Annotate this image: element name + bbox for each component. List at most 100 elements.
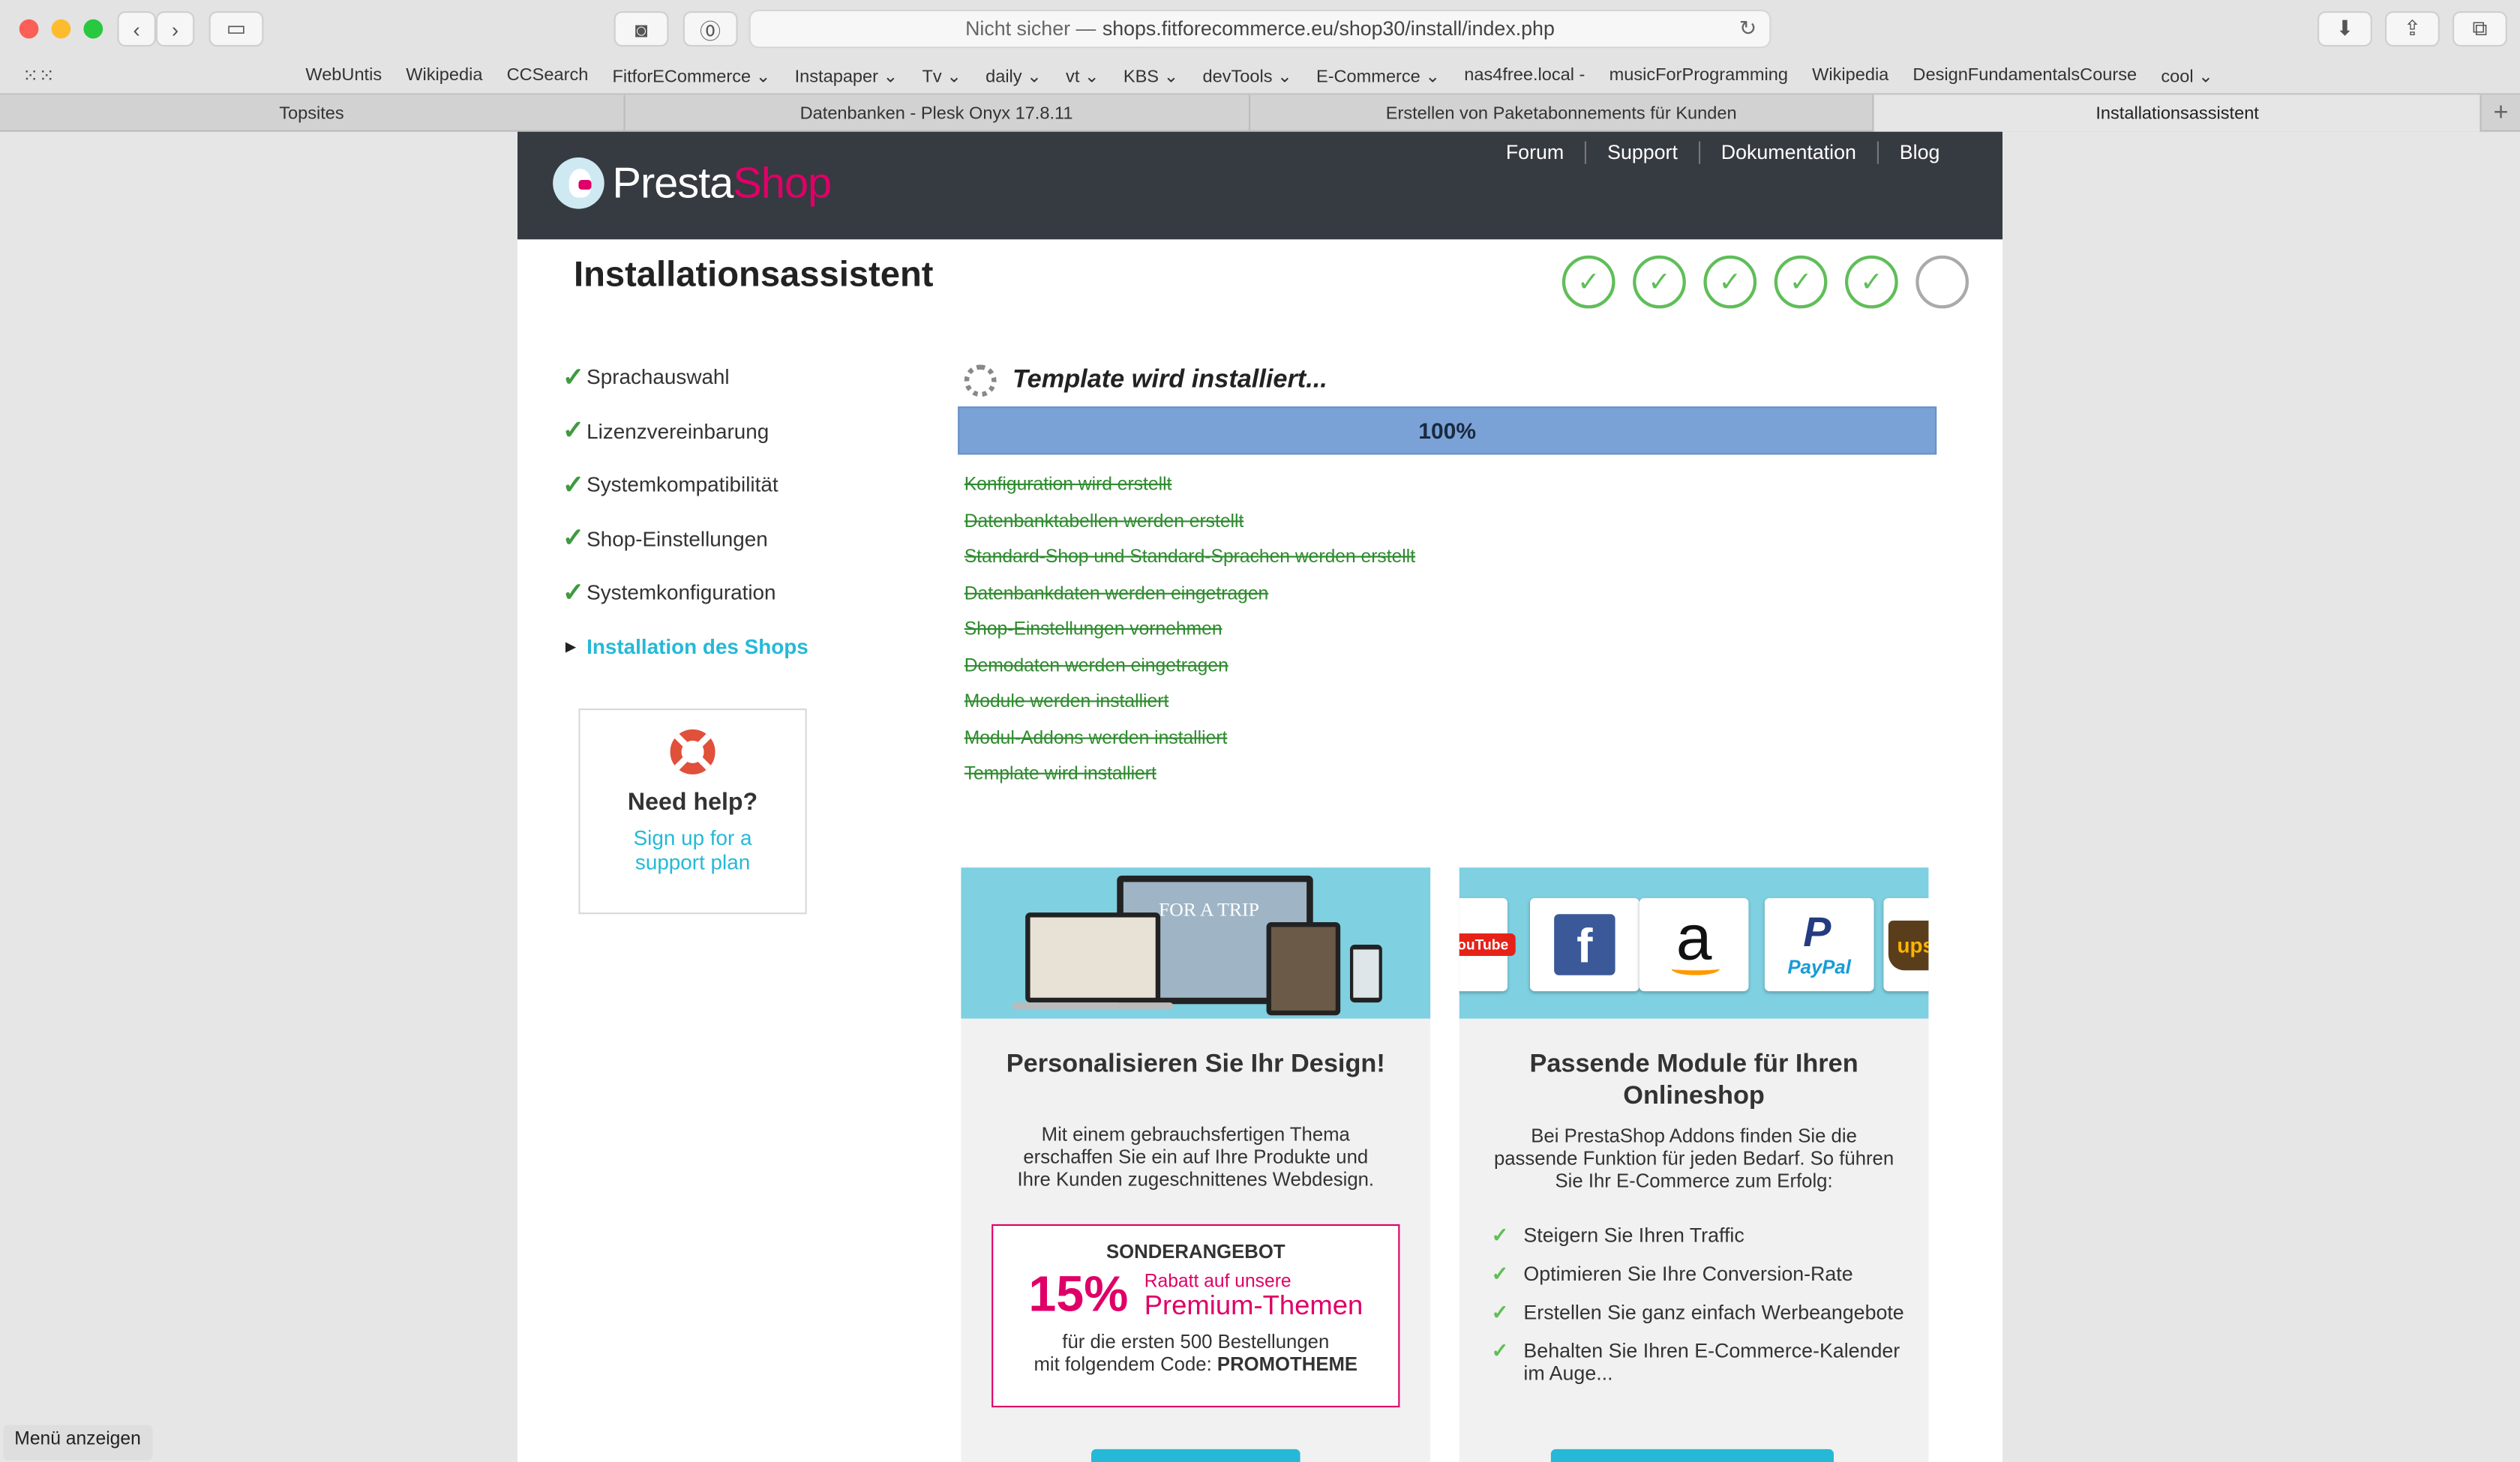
paypal-p-icon: P	[1803, 907, 1832, 956]
progress-heading: Template wird installiert...	[964, 364, 1328, 397]
tab-installationsassistent[interactable]: Installationsassistent	[1874, 94, 2482, 132]
reload-icon[interactable]: ↻	[1739, 16, 1756, 41]
bookmark-item[interactable]: Tv ⌄	[922, 65, 962, 86]
checkmark-icon: ✓	[562, 580, 584, 607]
modules-cta-button[interactable]	[1550, 1449, 1834, 1462]
page-title: Installationsassistent	[574, 253, 934, 295]
checkmark-icon: ✓	[1491, 1263, 1509, 1286]
new-tab-button[interactable]: +	[2482, 94, 2520, 131]
design-card: FOR A TRIP Personalisieren Sie Ihr Desig…	[961, 867, 1431, 1462]
sidebar-item-sprachauswahl: ✓ Sprachauswahl	[562, 350, 808, 404]
apps-grid-icon[interactable]: ⁙⁙	[22, 64, 55, 87]
plus-icon: +	[2493, 98, 2509, 127]
feature-item: ✓ Behalten Sie Ihren E-Commerce-Kalender …	[1491, 1340, 1900, 1386]
sidebar-item-lizenz: ✓ Lizenzvereinbarung	[562, 404, 808, 458]
bookmark-item[interactable]: WebUntis	[305, 66, 382, 85]
brands-banner-image: YouTube f a PayPalP ups	[1459, 867, 1929, 1019]
sidebar-icon: ▭	[226, 16, 247, 40]
log-item: Datenbanktabellen werden erstellt	[964, 511, 1244, 532]
checkmark-icon: ✓	[1491, 1301, 1509, 1324]
step-sidebar: ✓ Sprachauswahl ✓ Lizenzvereinbarung ✓ Syst…	[562, 350, 808, 673]
feature-list: ✓ Steigern Sie Ihren Traffic ✓ Optimieren …	[1492, 1224, 1912, 1400]
sidebar-toggle-button[interactable]: ▭	[208, 11, 264, 47]
nav-forum[interactable]: Forum	[1485, 142, 1585, 164]
support-plan-link[interactable]: Sign up for a support plan	[580, 825, 806, 873]
bookmark-item[interactable]: E-Commerce ⌄	[1316, 65, 1440, 86]
design-cta-button[interactable]	[1091, 1449, 1300, 1462]
puffin-logo-icon	[553, 157, 604, 209]
share-button[interactable]: ⇪	[2385, 11, 2440, 47]
tab-datenbanken[interactable]: Datenbanken - Plesk Onyx 17.8.11	[625, 94, 1250, 132]
design-card-text: Mit einem gebrauchsfertigen Thema erscha…	[1017, 1122, 1375, 1191]
share-icon: ⇪	[2403, 16, 2422, 40]
paypal-logo: PayPal P	[1764, 897, 1874, 992]
step-done-icon: ✓	[1703, 255, 1757, 309]
logo-text: PrestaShop	[612, 158, 832, 207]
ups-logo: ups	[1883, 897, 1929, 992]
log-item: Shop-Einstellungen vornehmen	[964, 620, 1222, 640]
modules-card-title: Passende Module für Ihren Onlineshop	[1529, 1050, 1858, 1110]
bookmark-item[interactable]: DesignFundamentalsCourse	[1912, 66, 2137, 85]
site-header: PrestaShop Forum Support Dokumentation B…	[518, 131, 2002, 240]
bookmark-item[interactable]: devTools ⌄	[1202, 65, 1292, 86]
amazon-logo: a	[1639, 897, 1749, 992]
prestashop-logo[interactable]: PrestaShop	[553, 157, 832, 209]
forward-button[interactable]: ›	[155, 11, 195, 47]
chevron-right-icon: ›	[171, 16, 179, 41]
address-bar[interactable]: Nicht sicher — shops.fitforecommerce.eu/…	[748, 9, 1772, 49]
url-text: shops.fitforecommerce.eu/shop30/install/…	[1102, 17, 1555, 40]
pocket-button[interactable]: ◙	[614, 11, 669, 47]
modules-card-text: Bei PrestaShop Addons finden Sie die pas…	[1493, 1125, 1894, 1192]
chevron-left-icon: ‹	[133, 16, 140, 41]
back-button[interactable]: ‹	[117, 11, 156, 47]
tab-paketabonnements[interactable]: Erstellen von Paketabonnements für Kunde…	[1250, 94, 1875, 132]
bookmark-item[interactable]: Wikipedia	[406, 66, 482, 85]
step-indicator: ✓ ✓ ✓ ✓ ✓	[1562, 255, 1987, 309]
bookmark-item[interactable]: CCSearch	[507, 66, 589, 85]
progress-percent: 100%	[1418, 418, 1477, 444]
password-button[interactable]: ⓪	[682, 11, 738, 47]
tab-overview-button[interactable]: ⧉	[2452, 11, 2507, 47]
nav-support[interactable]: Support	[1585, 141, 1699, 164]
feature-item: ✓ Optimieren Sie Ihre Conversion-Rate	[1491, 1263, 1853, 1286]
log-item: Module werden installiert	[964, 692, 1169, 712]
minimize-window-button[interactable]	[51, 19, 71, 39]
sidebar-item-shop-einstellungen: ✓ Shop-Einstellungen	[562, 512, 808, 566]
close-window-button[interactable]	[19, 19, 39, 39]
show-menu-button[interactable]: Menü anzeigen	[3, 1425, 152, 1461]
downloads-button[interactable]: ⬇	[2318, 11, 2372, 47]
feature-item: ✓ Steigern Sie Ihren Traffic	[1491, 1224, 1744, 1247]
laptop-image	[1025, 912, 1161, 1003]
bookmark-item[interactable]: FitforECommerce ⌄	[612, 65, 770, 86]
offer-row: 15% Rabatt auf unsere Premium-Themen	[993, 1266, 1398, 1324]
bookmark-item[interactable]: cool ⌄	[2161, 65, 2213, 86]
offer-heading: SONDERANGEBOT	[1106, 1240, 1286, 1263]
promo-code: PROMOTHEME	[1216, 1353, 1358, 1376]
offer-big-text: Premium-Themen	[1144, 1289, 1364, 1320]
bookmark-item[interactable]: Wikipedia	[1812, 66, 1888, 85]
nav-blog[interactable]: Blog	[1876, 141, 1960, 164]
bookmark-item[interactable]: vt ⌄	[1066, 65, 1100, 86]
checkmark-icon: ✓	[562, 418, 584, 446]
onepassword-icon: ⓪	[700, 18, 722, 43]
bookmark-item[interactable]: KBS ⌄	[1124, 65, 1178, 86]
checkmark-icon: ✓	[562, 526, 584, 553]
bookmark-item[interactable]: daily ⌄	[986, 65, 1042, 86]
nav-dokumentation[interactable]: Dokumentation	[1698, 141, 1877, 164]
log-item: Konfiguration wird erstellt	[964, 475, 1172, 495]
zoom-window-button[interactable]	[83, 19, 104, 39]
bookmarks-bar: ⁙⁙ WebUntis Wikipedia CCSearch FitforECo…	[0, 58, 2520, 94]
laptop-base	[1012, 1002, 1174, 1009]
step-done-icon: ✓	[1774, 255, 1828, 309]
special-offer-box: SONDERANGEBOT 15% Rabatt auf unsere Prem…	[992, 1224, 1400, 1408]
help-title: Need help?	[627, 789, 758, 816]
bookmark-item[interactable]: Instapaper ⌄	[795, 65, 898, 86]
installer-page: PrestaShop Forum Support Dokumentation B…	[518, 131, 2002, 1462]
bookmark-item[interactable]: musicForProgramming	[1610, 66, 1788, 85]
tab-topsites[interactable]: Topsites	[0, 94, 626, 132]
facebook-logo: f	[1529, 897, 1640, 992]
checkmark-icon: ✓	[1491, 1340, 1509, 1363]
pocket-icon: ◙	[634, 16, 648, 41]
step-done-icon: ✓	[1562, 255, 1616, 309]
bookmark-item[interactable]: nas4free.local -	[1464, 66, 1585, 85]
